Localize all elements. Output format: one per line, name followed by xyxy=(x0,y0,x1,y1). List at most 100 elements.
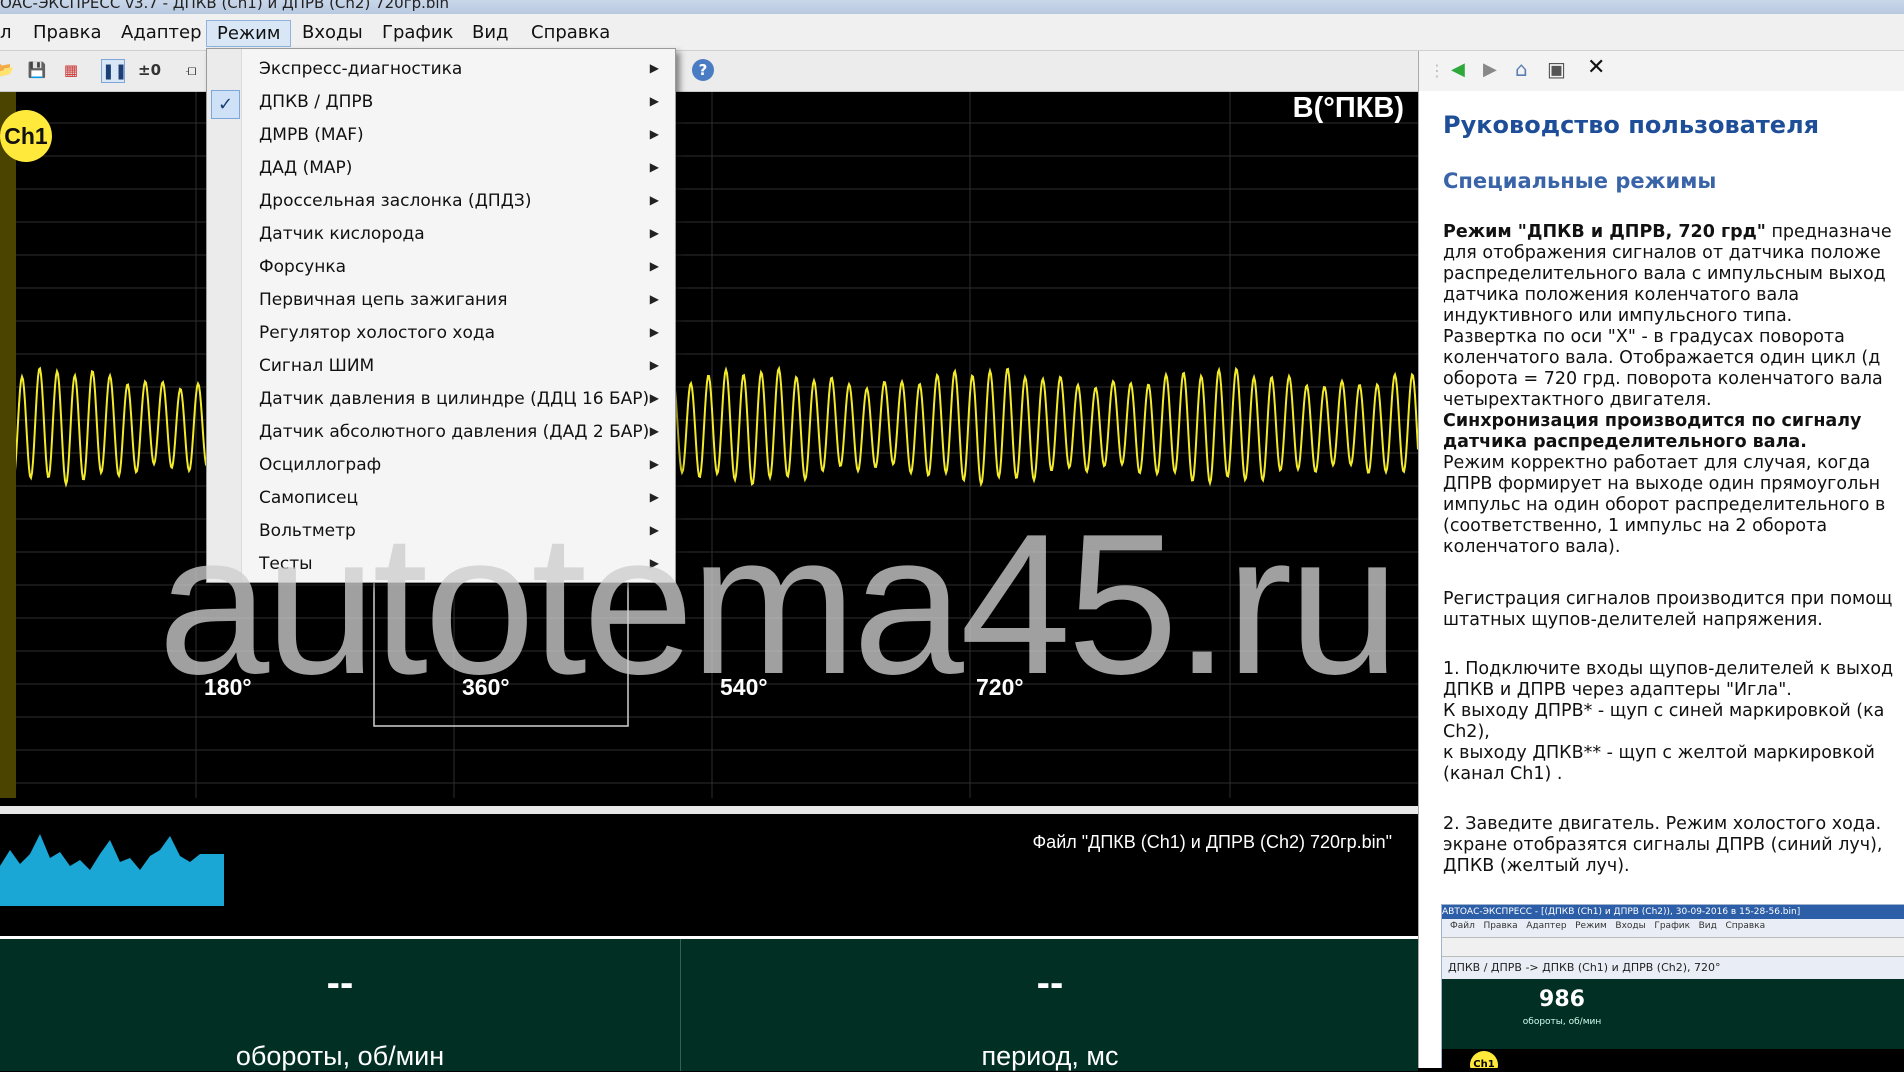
mode-menu-item[interactable]: Датчик кислорода ▶ xyxy=(207,220,675,253)
period-gauge: -- период, мс xyxy=(710,939,1390,1071)
mode-menu-item-label: Датчик абсолютного давления (ДАД 2 БАР) xyxy=(259,422,650,442)
period-value: -- xyxy=(1036,961,1064,1005)
help-toolbar: ⋮ ◀ ▶ ⌂ ▣ ✕ xyxy=(1419,51,1904,91)
thumb-channel: Ch1 xyxy=(1470,1051,1498,1068)
submenu-arrow-icon: ▶ xyxy=(649,226,659,240)
mode-menu-item-label: Форсунка xyxy=(259,257,347,277)
axis-unit-label: В(°ПКВ) xyxy=(1292,92,1404,124)
grip-icon: ⋮ xyxy=(1429,61,1445,80)
thumb-gauge: 986 обороты, об/мин xyxy=(1442,979,1904,1049)
mode-menu-item-label: ДПКВ / ДПРВ xyxy=(259,92,374,112)
mode-menu-item-label: Датчик кислорода xyxy=(259,224,425,244)
submenu-arrow-icon: ▶ xyxy=(649,391,659,405)
mode-menu-item-label: Дроссельная заслонка (ДПДЗ) xyxy=(259,191,532,211)
save-icon[interactable]: 💾 xyxy=(26,59,48,81)
back-icon[interactable]: ◀ xyxy=(1451,59,1465,80)
thumb-menu: Файл Правка Адаптер Режим Входы График В… xyxy=(1450,921,1766,931)
menu-mode[interactable]: Режим xyxy=(206,20,292,47)
mode-menu-item[interactable]: ДАД (MAP) ▶ xyxy=(207,154,675,187)
help-mode-line: Режим "ДПКВ и ДПРВ, 720 грд" предназначе xyxy=(1443,222,1892,243)
gauge-panel: -- обороты, об/мин -- период, мс xyxy=(0,936,1418,1071)
save-red-icon[interactable]: ▦ xyxy=(60,59,82,81)
help-screenshot: АВТОАС-ЭКСПРЕСС - [(ДПКВ (Ch1) и ДПРВ (C… xyxy=(1441,904,1904,1068)
help-subtitle: Специальные режимы xyxy=(1443,169,1717,193)
submenu-arrow-icon: ▶ xyxy=(649,259,659,273)
zero-icon[interactable]: ±0 xyxy=(138,59,161,81)
mode-menu-item[interactable]: Датчик абсолютного давления (ДАД 2 БАР) ▶ xyxy=(207,418,675,451)
help-sync-bold: Синхронизация производится по сигналу да… xyxy=(1443,411,1862,452)
mode-menu-item[interactable]: ДМРВ (MAF) ▶ xyxy=(207,121,675,154)
mode-menu-item[interactable]: Первичная цепь зажигания ▶ xyxy=(207,286,675,319)
submenu-arrow-icon: ▶ xyxy=(649,127,659,141)
help-title: Руководство пользователя xyxy=(1443,111,1820,139)
submenu-arrow-icon: ▶ xyxy=(649,193,659,207)
thumb-title: АВТОАС-ЭКСПРЕСС - [(ДПКВ (Ch1) и ДПРВ (C… xyxy=(1442,905,1904,919)
forward-icon[interactable]: ▶ xyxy=(1483,59,1497,80)
mode-menu-item[interactable]: Экспресс-диагностика ▶ xyxy=(207,55,675,88)
submenu-arrow-icon: ▶ xyxy=(649,292,659,306)
cursor-icon[interactable]: ⟤ xyxy=(180,59,202,81)
mode-menu-item-label: Сигнал ШИМ xyxy=(259,356,375,376)
mode-menu-item-label: ДМРВ (MAF) xyxy=(259,125,364,145)
menu-bar: л Правка Адаптер Режим Входы График Вид … xyxy=(0,14,1904,51)
thumb-value: 986 xyxy=(1539,987,1585,1012)
menu-edit[interactable]: Правка xyxy=(33,22,102,43)
mode-menu-item-label: Регулятор холостого хода xyxy=(259,323,496,343)
overview-waveform xyxy=(0,834,224,906)
mode-menu-item-label: Датчик давления в цилиндре (ДДЦ 16 БАР) xyxy=(259,389,650,409)
menu-file-partial[interactable]: л xyxy=(0,22,12,43)
mode-menu-item[interactable]: ✓ ДПКВ / ДПРВ ▶ xyxy=(207,88,675,121)
help-paragraph-5: 2. Заведите двигатель. Режим холостого х… xyxy=(1443,814,1883,876)
thumb-crumb: ДПКВ / ДПРВ -> ДПКВ (Ch1) и ДПРВ (Ch2), … xyxy=(1448,961,1721,974)
window-titlebar: ОАС-ЭКСПРЕСС v3.7 - ДПКВ (Ch1) и ДПРВ (C… xyxy=(0,0,1904,14)
submenu-arrow-icon: ▶ xyxy=(649,160,659,174)
submenu-arrow-icon: ▶ xyxy=(649,358,659,372)
mode-menu-item[interactable]: Дроссельная заслонка (ДПДЗ) ▶ xyxy=(207,187,675,220)
submenu-arrow-icon: ▶ xyxy=(649,94,659,108)
help-paragraph-4: 1. Подключите входы щупов-делителей к вы… xyxy=(1443,659,1894,784)
menu-graph[interactable]: График xyxy=(382,22,453,43)
help-mode-rest: предназначе xyxy=(1765,222,1892,242)
rpm-label: обороты, об/мин xyxy=(235,1041,445,1071)
thumb-toolbar xyxy=(1442,937,1904,957)
help-paragraph-3: Регистрация сигналов производится при по… xyxy=(1443,589,1893,630)
submenu-arrow-icon: ▶ xyxy=(649,325,659,339)
period-label: период, мс xyxy=(981,1041,1119,1071)
mode-menu-item-label: ДАД (MAP) xyxy=(259,158,353,178)
file-name-label: Файл "ДПКВ (Ch1) и ДПРВ (Ch2) 720гр.bin" xyxy=(1032,832,1393,852)
help-panel: ⋮ ◀ ▶ ⌂ ▣ ✕ Руководство пользователя Спе… xyxy=(1418,51,1904,1068)
mode-menu-item[interactable]: Форсунка ▶ xyxy=(207,253,675,286)
rpm-gauge: -- обороты, об/мин xyxy=(0,939,681,1071)
menu-inputs[interactable]: Входы xyxy=(302,22,363,43)
submenu-arrow-icon: ▶ xyxy=(649,457,659,471)
home-icon[interactable]: ⌂ xyxy=(1515,57,1528,81)
help-mode-bold: Режим "ДПКВ и ДПРВ, 720 грд" xyxy=(1443,222,1766,242)
open-folder-icon[interactable]: 📂 xyxy=(0,59,16,81)
window-title: ОАС-ЭКСПРЕСС v3.7 - ДПКВ (Ch1) и ДПРВ (C… xyxy=(0,0,450,12)
pause-icon[interactable]: ❚❚ xyxy=(101,59,127,83)
channel-badge[interactable]: Ch1 xyxy=(0,110,52,162)
help-paragraph-1: для отображения сигналов от датчика поло… xyxy=(1443,243,1886,410)
submenu-arrow-icon: ▶ xyxy=(649,61,659,75)
mode-menu-item-label: Первичная цепь зажигания xyxy=(259,290,508,310)
mode-menu-item[interactable]: Датчик давления в цилиндре (ДДЦ 16 БАР) ▶ xyxy=(207,385,675,418)
help-icon[interactable]: ? xyxy=(692,59,714,81)
thumb-scope: Ch1 xyxy=(1442,1049,1904,1068)
menu-help[interactable]: Справка xyxy=(531,22,610,43)
menu-view[interactable]: Вид xyxy=(472,22,509,43)
submenu-arrow-icon: ▶ xyxy=(649,424,659,438)
thumb-unit: обороты, об/мин xyxy=(1522,1017,1602,1027)
checkmark-icon: ✓ xyxy=(211,90,240,119)
mode-menu-item[interactable]: Осциллограф ▶ xyxy=(207,451,675,484)
menu-adapter[interactable]: Адаптер xyxy=(121,22,202,43)
mode-menu-item-label: Экспресс-диагностика xyxy=(259,59,463,79)
panel-icon[interactable]: ▣ xyxy=(1547,57,1566,81)
mode-menu-item[interactable]: Регулятор холостого хода ▶ xyxy=(207,319,675,352)
overview-strip[interactable]: Файл "ДПКВ (Ch1) и ДПРВ (Ch2) 720гр.bin" xyxy=(0,806,1418,936)
help-paragraph-2: Режим корректно работает для случая, ког… xyxy=(1443,453,1886,557)
channel-strip xyxy=(0,92,16,798)
mode-menu-item-label: Осциллограф xyxy=(259,455,382,475)
rpm-value: -- xyxy=(326,961,354,1005)
close-icon[interactable]: ✕ xyxy=(1587,55,1605,80)
mode-menu-item[interactable]: Сигнал ШИМ ▶ xyxy=(207,352,675,385)
